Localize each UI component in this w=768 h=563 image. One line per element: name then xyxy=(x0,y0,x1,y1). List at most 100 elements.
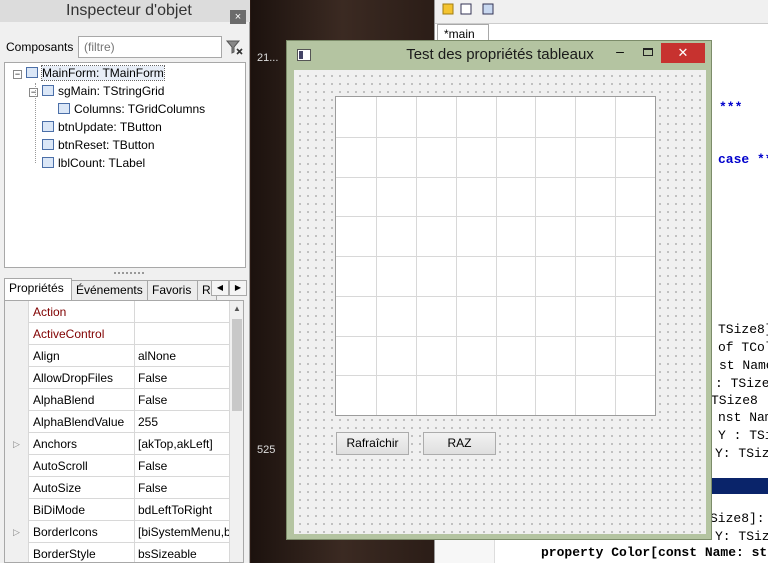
code-line: Size8]: xyxy=(710,511,765,526)
tree-node[interactable]: Columns: TGridColumns xyxy=(45,101,205,117)
code-line: case ** xyxy=(718,152,768,167)
editor-toolbar xyxy=(435,0,768,24)
code-line: of TColo xyxy=(718,340,768,355)
property-row[interactable]: AllowDropFiles False xyxy=(5,367,229,389)
property-value[interactable]: alNone xyxy=(138,345,230,367)
row-gutter xyxy=(5,543,29,562)
component-tree[interactable]: − MainForm: TMainForm − sgMain: TStringGrid… xyxy=(4,62,246,268)
object-inspector: Inspecteur d'objet × Composants −MainFor… xyxy=(0,0,250,563)
property-value[interactable]: 255 xyxy=(138,411,230,433)
property-row[interactable]: ▷ BorderIcons [biSystemMenu,b xyxy=(5,521,230,543)
property-value[interactable]: bsSizeable xyxy=(138,543,230,562)
row-gutter xyxy=(5,389,29,411)
property-row[interactable]: ▷ Anchors [akTop,akLeft] xyxy=(5,433,229,455)
maximize-button[interactable] xyxy=(635,43,661,63)
property-name: BorderStyle xyxy=(33,543,135,562)
property-name: Anchors xyxy=(33,433,135,455)
row-gutter xyxy=(5,367,29,389)
property-name: ActiveControl xyxy=(33,323,135,345)
components-label: Composants xyxy=(6,40,74,54)
splitter-handle[interactable] xyxy=(4,270,246,276)
tab-scroll-left-icon[interactable]: ◀ xyxy=(211,280,229,296)
property-name: AlphaBlendValue xyxy=(33,411,135,433)
property-value[interactable] xyxy=(138,301,230,323)
property-value[interactable]: [akTop,akLeft] xyxy=(138,433,230,455)
grid-row-line xyxy=(336,296,655,297)
property-row[interactable]: BiDiMode bdLeftToRight xyxy=(5,499,229,521)
property-value[interactable]: False xyxy=(138,455,230,477)
code-line: nst Name xyxy=(718,410,768,425)
tree-node[interactable]: btnReset: TButton xyxy=(29,137,155,153)
form-client-area: Rafraîchir RAZ xyxy=(294,70,706,534)
collection-icon xyxy=(58,103,70,114)
collapse-toggle-icon[interactable]: − xyxy=(29,88,38,97)
inspector-tab[interactable]: Événements xyxy=(71,280,148,300)
grid-row-line xyxy=(336,137,655,138)
row-gutter xyxy=(5,411,29,433)
clear-filter-icon[interactable] xyxy=(224,37,244,57)
minimize-button[interactable]: – xyxy=(607,43,633,63)
property-row[interactable]: AutoSize False xyxy=(5,477,229,499)
component-icon xyxy=(42,85,54,96)
code-line: : TSize xyxy=(715,376,768,391)
tree-node[interactable]: − sgMain: TStringGrid xyxy=(29,83,164,99)
grid-row-line xyxy=(336,177,655,178)
tree-node[interactable]: btnUpdate: TButton xyxy=(29,119,162,135)
tab-scroll-right-icon[interactable]: ▶ xyxy=(229,280,247,296)
property-value[interactable]: bdLeftToRight xyxy=(138,499,230,521)
property-value[interactable]: False xyxy=(138,367,230,389)
inspector-titlebar: Inspecteur d'objet xyxy=(0,0,250,22)
row-gutter xyxy=(5,499,29,521)
inspector-tab[interactable]: Favoris xyxy=(147,280,198,300)
code-line: Y: TSiz xyxy=(715,529,768,544)
code-line: Y : TSiz xyxy=(718,428,768,443)
grid-row-line xyxy=(336,256,655,257)
string-grid[interactable] xyxy=(335,96,656,416)
tree-node[interactable]: − MainForm: TMainForm xyxy=(13,65,165,81)
component-icon xyxy=(42,121,54,132)
inspector-tab[interactable]: Propriétés xyxy=(4,278,72,300)
property-grid[interactable]: Action ActiveControl Align alNone AllowDropF… xyxy=(4,300,244,563)
expand-arrow-icon[interactable]: ▷ xyxy=(5,521,29,543)
property-row[interactable]: AlphaBlendValue 255 xyxy=(5,411,229,433)
tree-node[interactable]: lblCount: TLabel xyxy=(29,155,145,171)
property-value[interactable]: [biSystemMenu,b xyxy=(138,521,230,543)
row-gutter xyxy=(5,455,29,477)
code-line: TSize8] xyxy=(718,322,768,337)
close-button[interactable]: ✕ xyxy=(661,43,705,63)
inspector-close-button[interactable]: × xyxy=(230,10,246,24)
property-row[interactable]: ActiveControl xyxy=(5,323,229,345)
refresh-button[interactable]: Rafraîchir xyxy=(336,432,409,455)
tree-node-label: MainForm: TMainForm xyxy=(41,65,165,81)
property-scrollbar[interactable]: ▲ xyxy=(229,301,243,562)
property-row[interactable]: AutoScroll False xyxy=(5,455,229,477)
tree-node-label: sgMain: TStringGrid xyxy=(58,84,165,98)
code-line: TSize8 xyxy=(711,393,758,408)
property-row[interactable]: Align alNone xyxy=(5,345,229,367)
property-name: Align xyxy=(33,345,135,367)
property-name: BorderIcons xyxy=(33,521,135,543)
property-value[interactable]: False xyxy=(138,477,230,499)
tree-node-label: Columns: TGridColumns xyxy=(74,102,206,116)
property-name: AutoSize xyxy=(33,477,135,499)
code-line: st Name xyxy=(719,358,768,373)
property-row[interactable]: Action xyxy=(5,301,229,323)
property-name: AllowDropFiles xyxy=(33,367,135,389)
filter-input[interactable] xyxy=(78,36,222,58)
expand-arrow-icon[interactable]: ▷ xyxy=(5,433,29,455)
property-row[interactable]: BorderStyle bsSizeable xyxy=(5,543,230,562)
row-gutter xyxy=(5,477,29,499)
property-value[interactable]: False xyxy=(138,389,230,411)
grid-row-line xyxy=(336,336,655,337)
code-line: property Color[const Name: st xyxy=(541,545,768,560)
property-value[interactable] xyxy=(138,323,230,345)
reset-button[interactable]: RAZ xyxy=(423,432,496,455)
property-row[interactable]: AlphaBlend False xyxy=(5,389,229,411)
scroll-thumb[interactable] xyxy=(232,319,242,411)
tree-node-label: btnUpdate: TButton xyxy=(58,120,162,134)
scroll-up-icon[interactable]: ▲ xyxy=(230,301,243,317)
collapse-toggle-icon[interactable]: − xyxy=(13,70,22,79)
toolbar-icons[interactable] xyxy=(441,2,501,22)
inspector-tabs: Propriétés Événements Favoris Re ◀ ▶ xyxy=(4,278,248,300)
component-icon xyxy=(42,157,54,168)
